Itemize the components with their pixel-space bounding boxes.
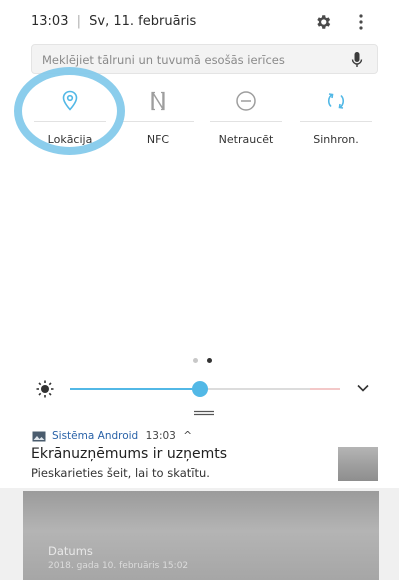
tile-do-not-disturb[interactable]: Netraucēt — [206, 78, 286, 158]
status-bar: 13:03 | Sv, 11. februāris — [0, 0, 399, 42]
status-time: 13:03 — [31, 14, 69, 29]
image-icon — [32, 431, 46, 442]
tile-divider — [122, 121, 194, 122]
pager-dot-1 — [193, 358, 198, 363]
more-options-icon[interactable] — [356, 13, 366, 31]
screenshot-thumbnail — [338, 447, 378, 481]
status-date: Sv, 11. februāris — [89, 14, 197, 29]
brightness-slider-end — [310, 388, 340, 390]
search-placeholder: Meklējiet tālruni un tuvumā esošās ierīc… — [42, 53, 285, 67]
brightness-slider-thumb[interactable] — [192, 381, 208, 397]
tile-label: NFC — [146, 133, 170, 146]
tile-divider — [210, 121, 282, 122]
notification-title: Ekrānuzņēmums ir uzņemts — [31, 446, 227, 462]
tile-sync[interactable]: Sinhron. — [296, 78, 376, 158]
notification-body: Pieskarieties šeit, lai to skatītu. — [31, 466, 210, 480]
chevron-down-icon[interactable] — [356, 382, 370, 394]
do-not-disturb-icon — [236, 91, 256, 111]
screenshot-preview[interactable]: Datums 2018. gada 10. februāris 15:02 — [23, 491, 379, 580]
brightness-slider[interactable] — [70, 381, 340, 397]
preview-subtitle: 2018. gada 10. februāris 15:02 — [48, 561, 189, 571]
status-separator: | — [76, 14, 81, 29]
pager-dot-2 — [207, 358, 212, 363]
microphone-icon[interactable] — [350, 51, 364, 69]
status-time-date: 13:03 | Sv, 11. februāris — [31, 14, 196, 29]
preview-title: Datums — [48, 544, 93, 558]
nfc-icon — [151, 91, 165, 111]
settings-gear-icon[interactable] — [314, 13, 332, 31]
drag-handle-icon[interactable] — [194, 410, 214, 416]
tile-label: Netraucēt — [218, 133, 274, 146]
expand-caret-icon[interactable]: ^ — [183, 430, 192, 442]
tile-label: Sinhron. — [313, 133, 359, 146]
screenshot-notification[interactable]: Sistēma Android 13:03 ^ Ekrānuzņēmums ir… — [0, 420, 399, 488]
brightness-slider-fill — [70, 388, 200, 390]
notification-app-name: Sistēma Android — [52, 430, 139, 442]
sync-icon — [327, 93, 345, 109]
notification-time: 13:03 — [145, 430, 176, 442]
brightness-icon — [36, 380, 54, 398]
annotation-circle — [14, 67, 125, 155]
tile-nfc[interactable]: NFC — [118, 78, 198, 158]
notification-header: Sistēma Android 13:03 ^ — [52, 430, 192, 442]
tile-divider — [300, 121, 372, 122]
